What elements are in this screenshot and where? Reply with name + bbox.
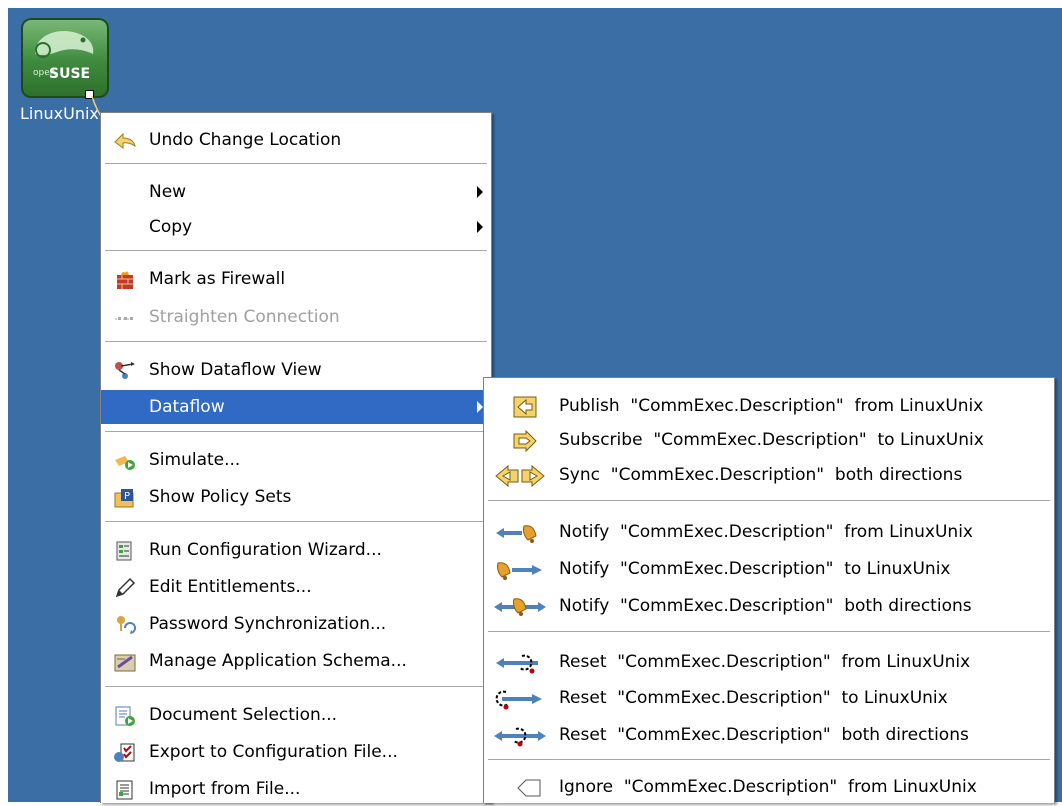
undo-arrow-icon [113, 130, 137, 152]
separator [105, 163, 487, 165]
subscribe-arrow-icon [492, 430, 548, 452]
submenu-item-publish[interactable]: Publish "CommExec.Description" from Linu… [484, 389, 1054, 423]
submenu-item-label: Reset "CommExec.Description" to LinuxUni… [559, 688, 948, 708]
menu-item-export-to-configuration-file[interactable]: Export to Configuration File... [101, 735, 491, 769]
notify-from-icon [492, 522, 548, 544]
menu-item-manage-application-schema[interactable]: Manage Application Schema... [101, 644, 491, 678]
separator [488, 500, 1050, 502]
menu-item-label: Run Configuration Wizard... [149, 540, 382, 560]
export-config-icon [113, 742, 137, 764]
pencil-icon [113, 577, 137, 599]
menu-item-label: Copy [149, 217, 193, 237]
chameleon-icon [35, 30, 94, 58]
menu-item-dataflow[interactable]: Dataflow [101, 390, 491, 424]
menu-item-label: Show Dataflow View [149, 360, 322, 380]
import-file-icon [113, 779, 137, 801]
simulate-icon [113, 450, 137, 472]
submenu-item-subscribe[interactable]: Subscribe "CommExec.Description" to Linu… [484, 423, 1054, 457]
separator [105, 341, 487, 343]
menu-item-label: Mark as Firewall [149, 269, 286, 289]
menu-item-label: Import from File... [149, 779, 301, 799]
application-schema-icon [113, 651, 137, 673]
configuration-wizard-icon [113, 540, 137, 562]
submenu-item-notify-both[interactable]: Notify "CommExec.Description" both direc… [484, 589, 1054, 623]
menu-item-label: Export to Configuration File... [149, 742, 398, 762]
policy-sets-icon: P [113, 487, 137, 509]
submenu-arrow-icon [477, 221, 483, 233]
menu-item-document-selection[interactable]: Document Selection... [101, 698, 491, 732]
submenu-item-label: Notify "CommExec.Description" to LinuxUn… [559, 559, 951, 579]
menu-item-mark-as-firewall[interactable]: Mark as Firewall [101, 262, 491, 296]
separator [105, 521, 487, 523]
submenu-item-label: Reset "CommExec.Description" both direct… [559, 725, 969, 745]
submenu-item-ignore[interactable]: Ignore "CommExec.Description" from Linux… [484, 770, 1054, 804]
menu-item-label: Manage Application Schema... [149, 651, 407, 671]
submenu-item-notify-from[interactable]: Notify "CommExec.Description" from Linux… [484, 515, 1054, 549]
menu-item-straighten-connection[interactable]: Straighten Connection [101, 300, 491, 334]
submenu-item-reset-from[interactable]: Reset "CommExec.Description" from LinuxU… [484, 645, 1054, 679]
straighten-connection-icon [113, 307, 137, 329]
menu-item-label: Password Synchronization... [149, 614, 387, 634]
menu-item-label: Undo Change Location [149, 130, 342, 150]
firewall-icon [113, 269, 137, 291]
submenu-item-reset-both[interactable]: Reset "CommExec.Description" both direct… [484, 718, 1054, 752]
separator [488, 631, 1050, 633]
menu-item-label: Document Selection... [149, 705, 338, 725]
svg-text:P: P [124, 491, 130, 502]
submenu-item-label: Publish "CommExec.Description" from Linu… [559, 396, 984, 416]
menu-item-password-synchronization[interactable]: Password Synchronization... [101, 607, 491, 641]
submenu-item-label: Sync "CommExec.Description" both directi… [559, 465, 963, 485]
submenu-item-label: Notify "CommExec.Description" both direc… [559, 596, 972, 616]
submenu-item-label: Notify "CommExec.Description" from Linux… [559, 522, 973, 542]
reset-to-icon [492, 688, 548, 710]
dataflow-submenu: Publish "CommExec.Description" from Linu… [483, 377, 1055, 803]
reset-from-icon [492, 652, 548, 674]
menu-item-undo-change-location[interactable]: Undo Change Location [101, 123, 491, 157]
separator [488, 759, 1050, 761]
ignore-icon [492, 777, 548, 799]
submenu-item-label: Subscribe "CommExec.Description" to Linu… [559, 430, 984, 450]
password-sync-icon [113, 614, 137, 636]
dataflow-view-icon [113, 360, 137, 382]
submenu-arrow-icon [477, 186, 483, 198]
menu-item-edit-entitlements[interactable]: Edit Entitlements... [101, 570, 491, 604]
icon-label[interactable]: LinuxUnix [20, 104, 99, 123]
notify-both-icon [492, 596, 548, 618]
submenu-item-notify-to[interactable]: Notify "CommExec.Description" to LinuxUn… [484, 552, 1054, 586]
separator [105, 250, 487, 252]
submenu-item-reset-to[interactable]: Reset "CommExec.Description" to LinuxUni… [484, 681, 1054, 715]
notify-to-icon [492, 559, 548, 581]
submenu-item-label: Ignore "CommExec.Description" from Linux… [559, 777, 977, 797]
opensuse-logo-icon[interactable]: open SUSE [21, 18, 109, 98]
menu-item-label: Straighten Connection [149, 307, 340, 327]
menu-item-show-policy-sets[interactable]: P Show Policy Sets [101, 480, 491, 514]
menu-item-import-from-file[interactable]: Import from File... [101, 772, 491, 806]
context-menu: Undo Change Location New Copy Mark as Fi… [100, 112, 492, 803]
separator [105, 431, 487, 433]
menu-item-show-dataflow-view[interactable]: Show Dataflow View [101, 353, 491, 387]
menu-item-label: Dataflow [149, 397, 225, 417]
menu-item-label: Edit Entitlements... [149, 577, 312, 597]
sync-arrows-icon [492, 465, 548, 487]
submenu-item-sync[interactable]: Sync "CommExec.Description" both directi… [484, 458, 1054, 492]
submenu-item-label: Reset "CommExec.Description" from LinuxU… [559, 652, 971, 672]
menu-item-label: Simulate... [149, 450, 241, 470]
document-selection-icon [113, 705, 137, 727]
menu-item-simulate[interactable]: Simulate... [101, 443, 491, 477]
menu-item-copy[interactable]: Copy [101, 210, 491, 244]
logo-text: SUSE [49, 66, 91, 82]
menu-item-new[interactable]: New [101, 175, 491, 209]
publish-arrow-icon [492, 396, 548, 418]
reset-both-icon [492, 725, 548, 747]
menu-item-label: New [149, 182, 187, 202]
menu-item-run-configuration-wizard[interactable]: Run Configuration Wizard... [101, 533, 491, 567]
menu-item-label: Show Policy Sets [149, 487, 292, 507]
separator [105, 686, 487, 688]
